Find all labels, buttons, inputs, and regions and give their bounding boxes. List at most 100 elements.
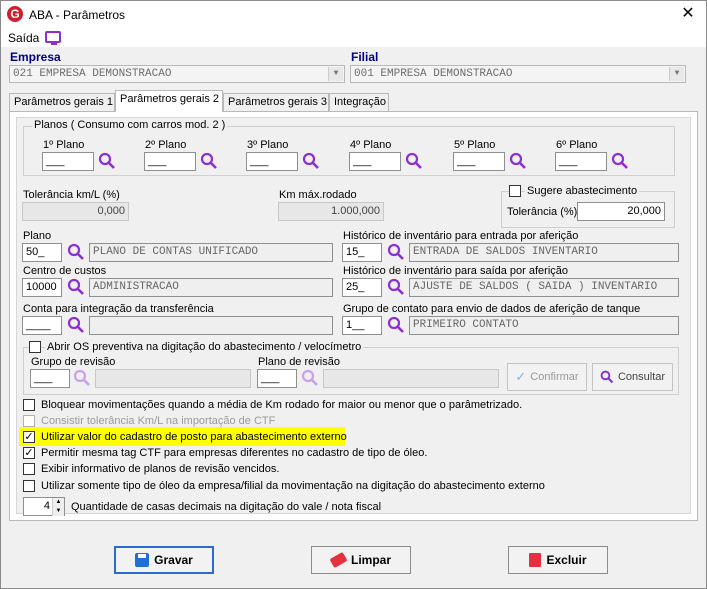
app-logo-icon: G	[7, 6, 23, 22]
conta-integracao-code-input[interactable]: ____	[22, 316, 62, 335]
centro-custos-label: Centro de custos	[23, 265, 107, 277]
plano-6-input[interactable]: ___	[555, 152, 607, 171]
empresa-value: 021 EMPRESA DEMONSTRACAO	[13, 68, 172, 80]
gravar-label: Gravar	[154, 553, 193, 567]
option-permitir-tag-label: Permitir mesma tag CTF para empresas dif…	[41, 447, 428, 459]
search-icon[interactable]	[387, 243, 405, 261]
limpar-button[interactable]: Limpar	[311, 546, 411, 574]
option-somente-oleo-label: Utilizar somente tipo de óleo da empresa…	[41, 480, 545, 492]
menu-saida[interactable]: Saída	[8, 31, 39, 45]
option-utilizar-valor-checkbox[interactable]: ✓	[23, 431, 35, 443]
casas-decimais-stepper[interactable]: 4 ▲ ▼	[23, 497, 65, 516]
plano-4-input[interactable]: ___	[349, 152, 401, 171]
plano-5-input[interactable]: ___	[453, 152, 505, 171]
plano-revisao-label: Plano de revisão	[258, 356, 340, 368]
search-icon[interactable]	[67, 243, 85, 261]
plano-code-input[interactable]: 50_	[22, 243, 62, 262]
search-icon	[600, 370, 614, 384]
search-icon[interactable]	[73, 369, 91, 387]
confirmar-button[interactable]: ✓ Confirmar	[507, 363, 587, 391]
option-consistir-label: Consistir tolerância Km/L na importação …	[41, 415, 276, 427]
excluir-button[interactable]: Excluir	[508, 546, 608, 574]
tab-integracao[interactable]: Integração	[329, 93, 389, 111]
km-max-label: Km máx.rodado	[279, 189, 357, 201]
monitor-icon[interactable]	[45, 31, 61, 45]
consultar-label: Consultar	[617, 371, 666, 383]
window: G ABA - Parâmetros ✕ Saída Empresa 021 E…	[0, 0, 707, 589]
chevron-down-icon[interactable]: ▼	[669, 67, 684, 81]
hist-entrada-code-input[interactable]: 15_	[342, 243, 382, 262]
plano-label: Plano	[23, 230, 52, 242]
plano-6-label: 6º Plano	[556, 139, 598, 151]
spin-up-icon[interactable]: ▲	[52, 498, 64, 507]
grupo-contato-desc: PRIMEIRO CONTATO	[409, 316, 679, 335]
tab-parametros-gerais-2[interactable]: Parâmetros gerais 2	[115, 90, 223, 112]
centro-custos-code-input[interactable]: 10000	[22, 278, 62, 297]
option-bloquear-label: Bloquear movimentações quando a média de…	[41, 399, 523, 411]
option-exibir-label: Exibir informativo de planos de revisão …	[41, 463, 280, 475]
grupo-revisao-code-input[interactable]: ___	[30, 369, 70, 388]
menu-bar: Saída	[1, 29, 706, 47]
trash-icon	[529, 553, 542, 567]
filial-label: Filial	[351, 50, 379, 64]
option-bloquear-checkbox[interactable]	[23, 399, 35, 411]
search-icon[interactable]	[405, 152, 423, 170]
empresa-label: Empresa	[10, 50, 61, 64]
os-preventiva-checkbox[interactable]	[29, 341, 41, 353]
plano-3-input[interactable]: ___	[246, 152, 298, 171]
centro-custos-desc: ADMINISTRACAO	[89, 278, 333, 297]
search-icon[interactable]	[200, 152, 218, 170]
casas-decimais-label: Quantidade de casas decimais na digitaçã…	[71, 501, 382, 513]
spin-down-icon[interactable]: ▼	[52, 507, 64, 516]
limpar-label: Limpar	[350, 553, 391, 567]
empresa-select[interactable]: 021 EMPRESA DEMONSTRACAO ▼	[9, 65, 345, 83]
tolerancia-km-input[interactable]: 0,000	[22, 202, 129, 221]
chevron-down-icon[interactable]: ▼	[328, 67, 343, 81]
plano-4-label: 4º Plano	[350, 139, 392, 151]
option-consistir-checkbox[interactable]	[23, 415, 35, 427]
search-icon[interactable]	[302, 152, 320, 170]
search-icon[interactable]	[387, 278, 405, 296]
checkmark-icon: ✓	[515, 369, 527, 384]
tab-parametros-gerais-3[interactable]: Parâmetros gerais 3	[223, 93, 329, 111]
save-icon	[135, 553, 150, 567]
plano-2-input[interactable]: ___	[144, 152, 196, 171]
plano-1-input[interactable]: ___	[42, 152, 94, 171]
search-icon[interactable]	[301, 369, 319, 387]
gravar-button[interactable]: Gravar	[114, 546, 214, 574]
plano-1-label: 1º Plano	[43, 139, 85, 151]
title-bar: G ABA - Parâmetros ✕	[1, 1, 706, 29]
excluir-label: Excluir	[546, 553, 587, 567]
plano-5-label: 5º Plano	[454, 139, 496, 151]
filial-select[interactable]: 001 EMPRESA DEMONSTRACAO ▼	[350, 65, 686, 83]
sugere-checkbox[interactable]	[509, 185, 521, 197]
search-icon[interactable]	[611, 152, 629, 170]
tab-parametros-gerais-1[interactable]: Parâmetros gerais 1	[9, 93, 115, 111]
option-permitir-tag-checkbox[interactable]: ✓	[23, 447, 35, 459]
consultar-button[interactable]: Consultar	[592, 363, 673, 391]
hist-entrada-desc: ENTRADA DE SALDOS INVENTARIO	[409, 243, 679, 262]
km-max-input[interactable]: 1.000,000	[278, 202, 384, 221]
hist-saida-desc: AJUSTE DE SALDOS ( SAIDA ) INVENTARIO	[409, 278, 679, 297]
plano-2-label: 2º Plano	[145, 139, 187, 151]
tolerancia-pct-input[interactable]: 20,000	[577, 202, 665, 221]
os-preventiva-label: Abrir OS preventiva na digitação do abas…	[45, 341, 364, 353]
hist-saida-code-input[interactable]: 25_	[342, 278, 382, 297]
plano-revisao-code-input[interactable]: ___	[257, 369, 297, 388]
close-button[interactable]: ✕	[676, 4, 700, 24]
option-somente-oleo-checkbox[interactable]	[23, 480, 35, 492]
search-icon[interactable]	[67, 316, 85, 334]
plano-revisao-desc	[323, 369, 499, 388]
search-icon[interactable]	[509, 152, 527, 170]
conta-integracao-desc	[89, 316, 333, 335]
option-exibir-checkbox[interactable]	[23, 463, 35, 475]
eraser-icon	[329, 551, 348, 569]
planos-group-title: Planos ( Consumo com carros mod. 2 )	[32, 119, 228, 131]
hist-saida-label: Histórico de inventário para saída por a…	[343, 265, 569, 277]
search-icon[interactable]	[67, 278, 85, 296]
search-icon[interactable]	[98, 152, 116, 170]
grupo-contato-code-input[interactable]: 1__	[342, 316, 382, 335]
search-icon[interactable]	[387, 316, 405, 334]
tolerancia-pct-label: Tolerância (%)	[507, 206, 578, 218]
filial-value: 001 EMPRESA DEMONSTRACAO	[354, 68, 513, 80]
